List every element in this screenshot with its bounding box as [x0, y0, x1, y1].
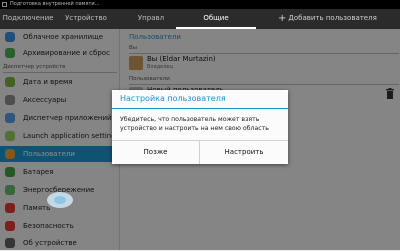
- notification-text: Подготовка внутренней памяти...: [10, 1, 100, 7]
- touch-indicator-icon: [47, 192, 73, 208]
- status-bar: Подготовка внутренней памяти...: [0, 0, 400, 9]
- tab-bar: Подключение Устройство Управл Общие + Доб…: [0, 9, 400, 29]
- dialog-divider: [112, 108, 288, 109]
- dialog-title: Настройка пользователя: [120, 94, 226, 103]
- dialog-button-bar: Позже Настроить: [112, 140, 288, 164]
- tab-connections[interactable]: Подключение: [0, 9, 56, 29]
- plus-icon: +: [278, 13, 287, 24]
- setup-button[interactable]: Настроить: [200, 141, 288, 164]
- tab-device[interactable]: Устройство: [56, 9, 116, 29]
- tab-controls[interactable]: Управл: [126, 9, 176, 29]
- later-button[interactable]: Позже: [112, 141, 200, 164]
- user-setup-dialog: Настройка пользователя Убедитесь, что по…: [112, 90, 288, 164]
- add-user-button[interactable]: + Добавить пользователя: [278, 9, 377, 29]
- tab-general[interactable]: Общие: [176, 9, 256, 29]
- dialog-message: Убедитесь, что пользователь может взять …: [120, 116, 269, 132]
- notification-icon: [2, 2, 7, 7]
- add-user-label: Добавить пользователя: [288, 14, 377, 22]
